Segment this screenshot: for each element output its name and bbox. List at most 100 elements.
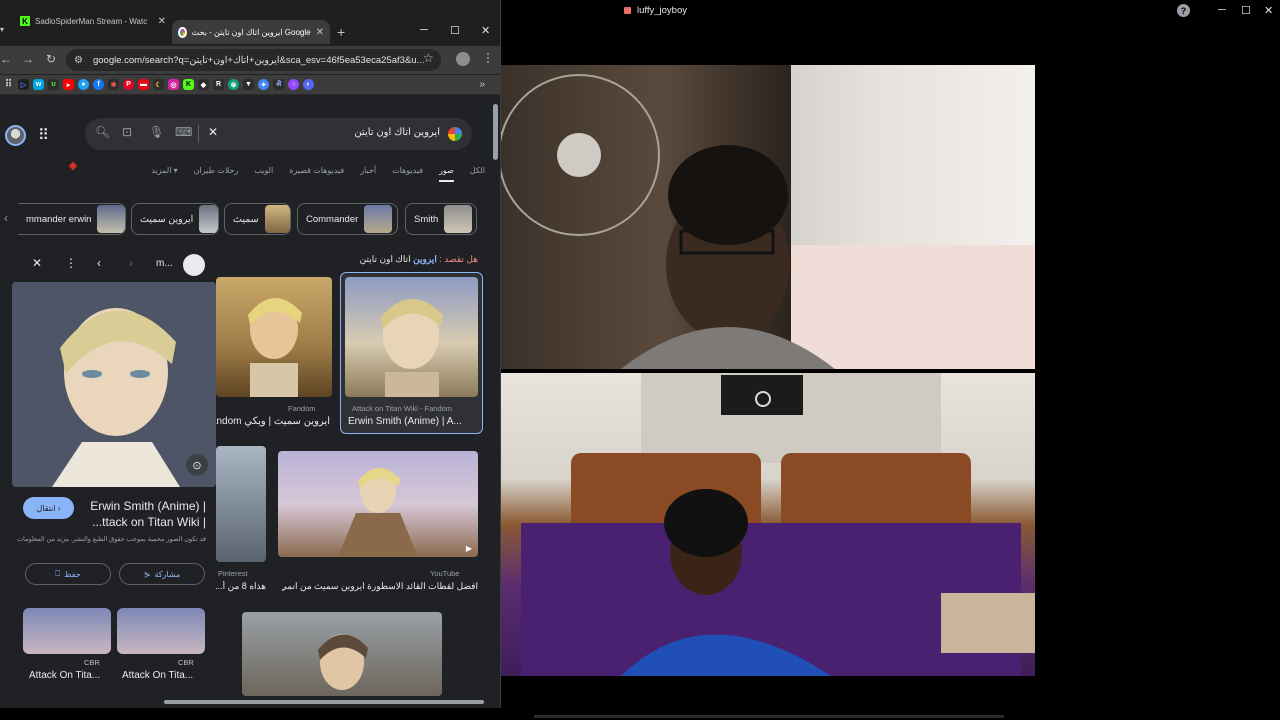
chip-smith[interactable]: Smith xyxy=(405,203,477,235)
chip-commander-erwin[interactable]: mmander erwin xyxy=(18,203,126,235)
scrollbar-thumb[interactable] xyxy=(164,700,484,704)
bookmark-icon[interactable]: ▷ xyxy=(18,79,29,90)
close-button[interactable]: ✕ xyxy=(481,24,490,37)
clear-icon[interactable]: ✕ xyxy=(208,125,218,139)
account-avatar[interactable] xyxy=(5,125,26,146)
share-button[interactable]: مشاركة ⋞ xyxy=(119,563,205,585)
bookmark-icon[interactable]: ◐ xyxy=(303,79,314,90)
search-query[interactable]: ايروين اتاك اون تايتن xyxy=(354,127,440,138)
result-title[interactable]: افضل لقطات القائد الاسطورة ايروين سميث م… xyxy=(282,581,478,592)
filter-flights[interactable]: رحلات طيران xyxy=(194,166,239,182)
bookmark-icon[interactable]: ● xyxy=(78,79,89,90)
mic-icon[interactable]: 🎙︎ xyxy=(149,125,164,139)
result-image[interactable] xyxy=(345,277,478,397)
tab-google-search[interactable]: ايروين اتاك اون تايتن - بحث Google ✕ xyxy=(172,20,330,44)
profile-icon[interactable] xyxy=(456,52,470,66)
chip-commander[interactable]: Commander xyxy=(297,203,398,235)
filter-short-videos[interactable]: فيديوهات قصيرة xyxy=(289,166,344,182)
chatgpt-icon[interactable]: ⊛ xyxy=(228,79,239,90)
tab-close-icon[interactable]: ✕ xyxy=(316,27,324,38)
bookmark-icon[interactable]: ▬ xyxy=(138,79,149,90)
forward-icon[interactable]: → xyxy=(22,52,34,66)
lens-icon[interactable]: ⊡ xyxy=(122,125,132,139)
copyright-note[interactable]: قد تكون الصور محمية بموجب حقوق الطبع وال… xyxy=(16,535,206,545)
bookmark-icon[interactable]: ▼ xyxy=(243,79,254,90)
filter-news[interactable]: أخبار xyxy=(360,166,376,182)
filter-more[interactable]: المزيد ▾ xyxy=(151,166,177,182)
back-icon[interactable]: ← xyxy=(0,52,12,66)
chip-erwin-smith-ar[interactable]: ايروين سميث xyxy=(131,203,219,235)
result-title[interactable]: ايروين سميث | ويكي Fandom xyxy=(216,416,330,427)
did-you-mean-rest[interactable]: اتاك اون تايتن xyxy=(360,254,411,264)
scrollbar-thumb[interactable] xyxy=(493,104,498,160)
result-image[interactable] xyxy=(216,277,332,397)
result-image[interactable] xyxy=(242,612,442,696)
result-title[interactable]: Erwin Smith (Anime) | A... xyxy=(348,416,478,427)
preview-site-name[interactable]: m... xyxy=(156,258,173,269)
close-preview-icon[interactable]: ✕ xyxy=(32,256,42,270)
maximize-button[interactable]: ☐ xyxy=(450,24,460,37)
tab-search-icon[interactable]: ▾ xyxy=(0,25,4,34)
bookmark-icon[interactable]: ✱ xyxy=(108,79,119,90)
horizontal-scrollbar[interactable] xyxy=(0,696,492,708)
minimize-button[interactable]: ─ xyxy=(420,24,428,36)
maximize-button[interactable]: ☐ xyxy=(1241,4,1251,17)
preview-title[interactable]: Erwin Smith (Anime) | ...ttack on Titan … xyxy=(76,498,206,530)
result-image[interactable] xyxy=(216,446,266,562)
bookmarks-overflow-icon[interactable]: » xyxy=(479,79,485,90)
related-image[interactable] xyxy=(117,608,205,654)
search-icon[interactable]: 🔍︎ xyxy=(95,125,110,139)
keyboard-icon[interactable]: ⌨ xyxy=(175,125,192,139)
facebook-icon[interactable]: f xyxy=(93,79,104,90)
filter-all[interactable]: الكل xyxy=(470,166,485,182)
new-tab-button[interactable]: + xyxy=(337,24,345,40)
pinterest-icon[interactable]: P xyxy=(123,79,134,90)
instagram-icon[interactable]: ◎ xyxy=(168,79,179,90)
bookmark-icon[interactable]: ऄ xyxy=(273,79,284,90)
tab-stream[interactable]: K SadioSpiderMan Stream - Watc ✕ xyxy=(14,10,172,32)
bookmark-icon[interactable]: ✦ xyxy=(258,79,269,90)
bookmark-icon[interactable]: ○ xyxy=(288,79,299,90)
help-icon[interactable]: ? xyxy=(1177,4,1190,17)
tab-close-icon[interactable]: ✕ xyxy=(158,16,166,27)
filter-images[interactable]: صور xyxy=(439,166,454,182)
visit-button[interactable]: انتقال › xyxy=(23,497,74,519)
minimize-button[interactable]: ─ xyxy=(1218,4,1226,16)
bookmark-icon[interactable]: ʊ xyxy=(48,79,59,90)
result-title[interactable]: هذاه 8 من أ... xyxy=(216,581,266,592)
save-button[interactable]: حفظ ⎕ xyxy=(25,563,111,585)
filter-web[interactable]: الويب xyxy=(254,166,273,182)
chips-scroll-left-icon[interactable]: ‹ xyxy=(4,211,8,225)
preview-image[interactable] xyxy=(12,282,216,487)
next-icon[interactable]: › xyxy=(129,256,133,270)
vertical-scrollbar[interactable] xyxy=(491,96,500,696)
lens-search-icon[interactable]: ⊙ xyxy=(186,454,208,476)
reload-icon[interactable]: ↻ xyxy=(46,52,56,66)
search-box[interactable]: 🔍︎ ⊡ 🎙︎ ⌨ ✕ ايروين اتاك اون تايتن xyxy=(85,118,472,150)
more-options-icon[interactable]: ⋮ xyxy=(65,256,77,270)
google-apps-icon[interactable]: ⠿ xyxy=(38,126,49,144)
apps-grid-icon[interactable]: ⠿ xyxy=(3,79,14,90)
result-image[interactable]: ▶ xyxy=(278,451,478,557)
close-button[interactable]: ✕ xyxy=(1264,4,1273,17)
bookmark-icon[interactable]: R xyxy=(213,79,224,90)
address-bar[interactable]: ⚙ google.com/search?q=ايروين+اتاك+اون+تا… xyxy=(66,49,441,71)
youtube-icon[interactable]: ▸ xyxy=(63,79,74,90)
participant-video-top[interactable] xyxy=(501,65,1035,369)
chip-smith-ar[interactable]: سميث xyxy=(224,203,291,235)
related-image[interactable] xyxy=(23,608,111,654)
chrome-menu-icon[interactable]: ⋮ xyxy=(482,51,494,65)
search-results-page: ⠿ 🔍︎ ⊡ 🎙︎ ⌨ ✕ ايروين اتاك اون تايتن الكل… xyxy=(0,96,492,696)
did-you-mean-link[interactable]: ايروين xyxy=(413,254,437,264)
bookmark-icon[interactable]: w xyxy=(33,79,44,90)
related-title[interactable]: Attack On Tita... xyxy=(122,670,193,681)
kick-icon[interactable]: K xyxy=(183,79,194,90)
site-info-icon[interactable]: ⚙ xyxy=(74,55,83,66)
filter-videos[interactable]: فيديوهات xyxy=(392,166,423,182)
related-title[interactable]: Attack On Tita... xyxy=(29,670,100,681)
participant-video-bottom[interactable] xyxy=(501,373,1035,676)
previous-icon[interactable]: ‹ xyxy=(97,256,101,270)
bookmark-icon[interactable]: ☾ xyxy=(153,79,164,90)
bookmark-icon[interactable]: ◆ xyxy=(198,79,209,90)
bookmark-star-icon[interactable]: ☆ xyxy=(423,51,434,65)
